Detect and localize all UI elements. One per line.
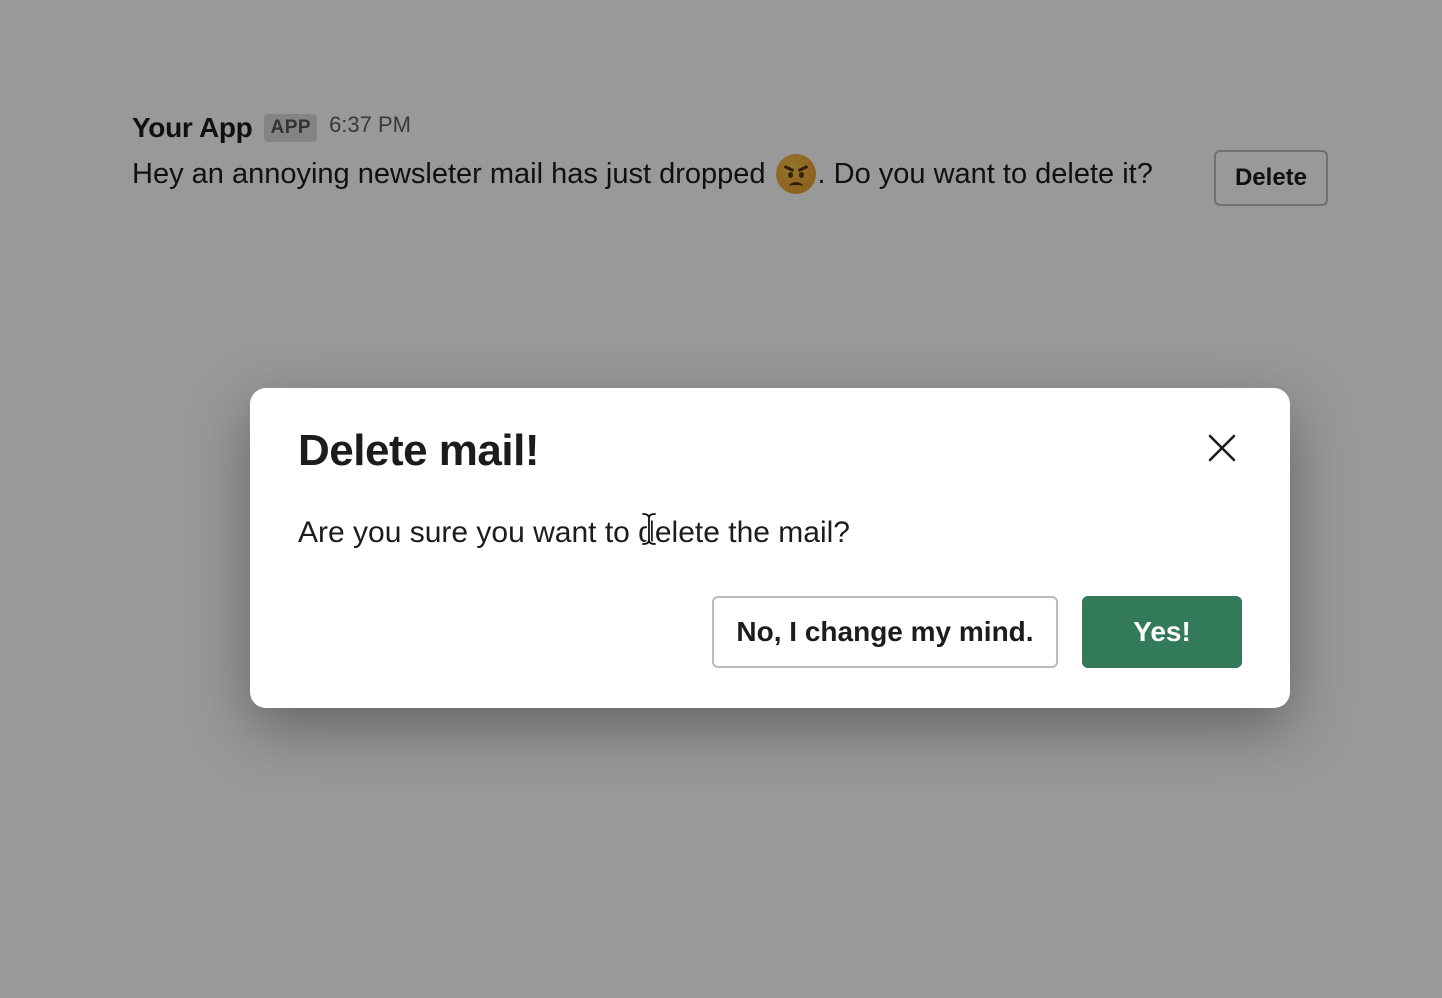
modal-title: Delete mail! (298, 426, 539, 475)
cancel-button[interactable]: No, I change my mind. (712, 596, 1058, 668)
close-icon (1208, 434, 1236, 462)
close-button[interactable] (1202, 428, 1242, 468)
modal-body-text: Are you sure you want to delete the mail… (298, 516, 850, 549)
text-cursor-icon (641, 512, 657, 546)
confirm-button[interactable]: Yes! (1082, 596, 1242, 668)
delete-mail-modal: Delete mail! Are you sure you want to de… (250, 388, 1290, 708)
